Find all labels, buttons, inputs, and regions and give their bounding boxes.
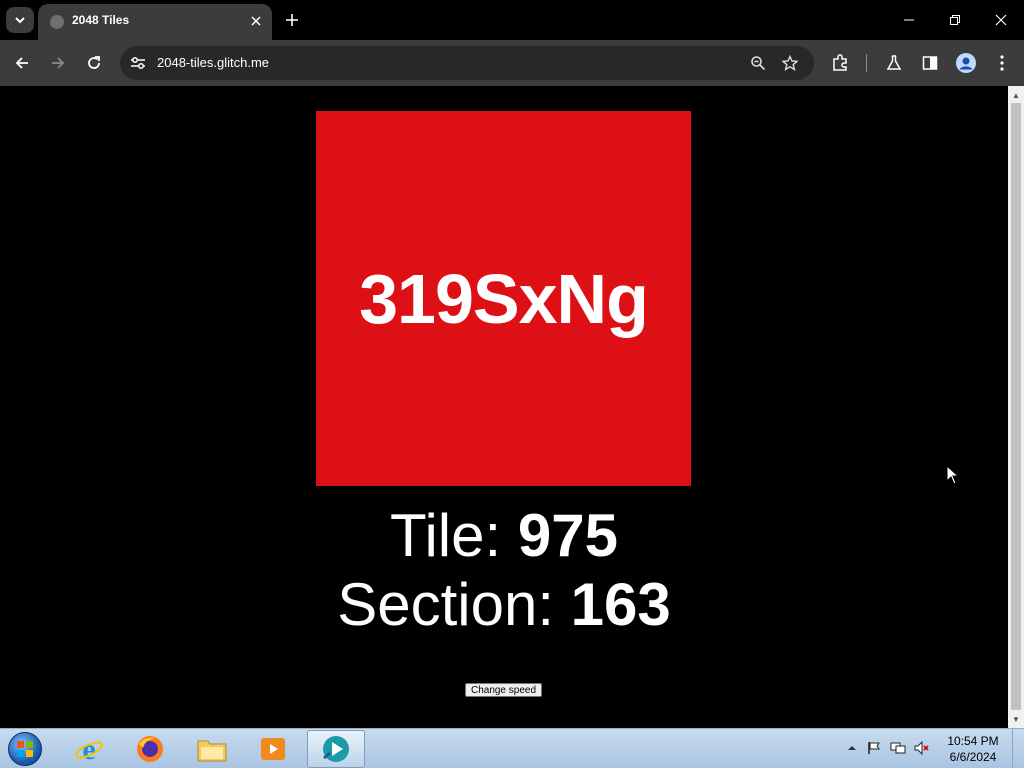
close-icon [251, 16, 261, 26]
profile-avatar-icon[interactable] [955, 52, 977, 74]
taskbar-file-explorer[interactable] [183, 730, 241, 768]
section-number: 163 [570, 571, 671, 638]
taskbar-firefox[interactable] [121, 730, 179, 768]
tile-code: 319SxNg [359, 259, 649, 338]
tile-counter: Tile: 975 [0, 501, 1008, 570]
mouse-cursor-icon [946, 465, 960, 485]
show-hidden-icons-chevron-icon[interactable] [843, 739, 861, 757]
section-label: Section: [337, 571, 571, 638]
scroll-thumb[interactable] [1011, 103, 1021, 710]
internet-explorer-icon: e [75, 734, 103, 764]
restore-icon [950, 15, 960, 25]
minimize-button[interactable] [887, 5, 931, 35]
clock-date: 6/6/2024 [949, 750, 997, 764]
svg-text:e: e [82, 734, 95, 764]
close-tab-button[interactable] [246, 11, 266, 31]
chevron-down-icon [15, 17, 25, 24]
tile-label: Tile: [390, 502, 518, 569]
network-icon[interactable] [889, 739, 907, 757]
media-player-icon [261, 738, 285, 760]
new-tab-button[interactable] [280, 8, 304, 32]
browser-toolbar: 2048-tiles.glitch.me [0, 40, 1024, 86]
reload-icon [88, 56, 100, 69]
screen: 2048 Tiles 2048-tiles.glitch.me 319SxNg … [0, 0, 1024, 768]
address-bar[interactable]: 2048-tiles.glitch.me [120, 46, 814, 80]
reload-button[interactable] [80, 49, 108, 77]
minimize-icon [904, 19, 914, 21]
taskbar: e 10:54 PM 6/6/2024 [0, 728, 1024, 768]
side-panel-icon[interactable] [919, 52, 941, 74]
firefox-icon [137, 736, 163, 762]
action-center-flag-icon[interactable] [865, 739, 883, 757]
globe-icon [50, 15, 64, 29]
close-window-button[interactable] [979, 5, 1023, 35]
taskbar-internet-explorer[interactable]: e [60, 730, 118, 768]
extensions-icon[interactable] [829, 52, 851, 74]
tab-strip: 2048 Tiles [0, 0, 1024, 40]
menu-kebab-icon[interactable] [991, 52, 1013, 74]
url-text: 2048-tiles.glitch.me [157, 55, 269, 70]
page-content: 319SxNg Tile: 975 Section: 163 Change sp… [0, 86, 1008, 728]
start-button[interactable] [5, 731, 45, 767]
taskbar-media-player[interactable] [244, 730, 302, 768]
site-info-icon[interactable] [128, 53, 148, 73]
plus-icon [286, 14, 298, 26]
scroll-up-arrow-icon[interactable]: ▲ [1008, 88, 1024, 102]
windows-logo-icon [8, 732, 42, 766]
tile-number: 975 [517, 502, 618, 569]
change-speed-button[interactable]: Change speed [465, 683, 542, 697]
labs-flask-icon[interactable] [883, 52, 905, 74]
active-app-icon [323, 736, 349, 762]
taskbar-active-app[interactable] [307, 730, 365, 768]
tile-square: 319SxNg [316, 111, 691, 486]
tab-title: 2048 Tiles [72, 13, 130, 27]
system-clock[interactable]: 10:54 PM 6/6/2024 [940, 733, 1006, 765]
show-desktop-button[interactable] [1012, 729, 1024, 768]
bookmark-star-icon[interactable] [780, 53, 800, 73]
browser-tab[interactable]: 2048 Tiles [38, 4, 272, 40]
back-button[interactable] [8, 49, 36, 77]
file-explorer-icon [197, 740, 227, 762]
toolbar-divider [866, 54, 867, 72]
restore-button[interactable] [933, 5, 977, 35]
arrow-left-icon [15, 57, 28, 69]
close-icon [995, 14, 1007, 26]
volume-muted-icon[interactable] [913, 739, 931, 757]
scroll-down-arrow-icon[interactable]: ▼ [1008, 712, 1024, 726]
arrow-right-icon [52, 57, 65, 69]
tab-search-button[interactable] [6, 7, 34, 33]
zoom-icon[interactable] [748, 53, 768, 73]
forward-button[interactable] [44, 49, 72, 77]
clock-time: 10:54 PM [947, 734, 999, 748]
vertical-scrollbar[interactable]: ▲ ▼ [1008, 86, 1024, 728]
section-counter: Section: 163 [0, 570, 1008, 639]
